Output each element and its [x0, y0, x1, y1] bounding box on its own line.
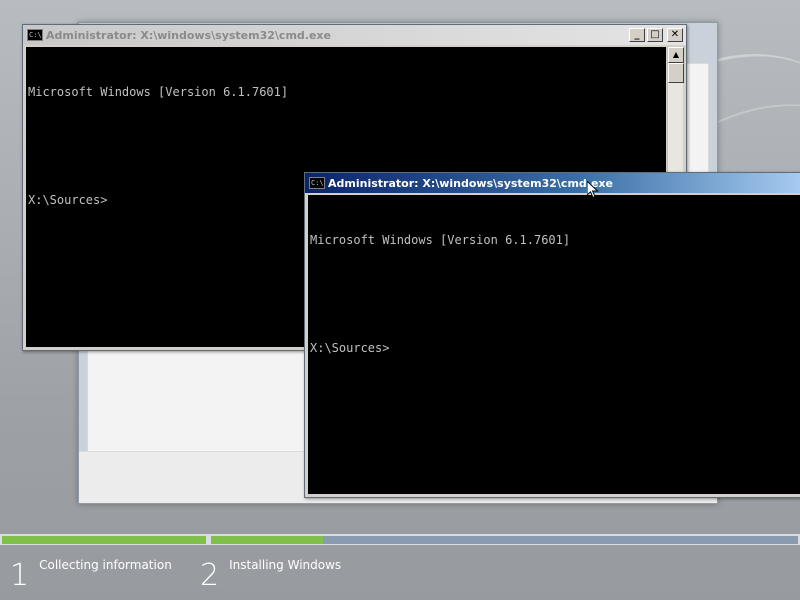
cmd-window-front-console[interactable]: Microsoft Windows [Version 6.1.7601] X:\… — [308, 195, 800, 494]
mouse-cursor-icon — [587, 181, 599, 199]
console-prompt: X:\Sources> — [310, 341, 390, 355]
progress-step-2-fill — [211, 536, 323, 544]
step-number: 2 — [200, 558, 220, 593]
setup-progress-bar — [0, 534, 800, 545]
step-installing-windows: 2 Installing Windows — [200, 546, 341, 593]
cmd-window-front[interactable]: C:\ Administrator: X:\windows\system32\c… — [304, 172, 800, 498]
cmd-window-front-title: Administrator: X:\windows\system32\cmd.e… — [328, 176, 613, 190]
minimize-button[interactable]: _ — [629, 28, 645, 42]
close-button[interactable]: ✕ — [667, 28, 683, 42]
cmd-icon[interactable]: C:\ — [27, 29, 43, 41]
progress-step-1 — [2, 536, 206, 544]
step-collecting-information: 1 Collecting information — [10, 546, 172, 593]
step-number: 1 — [10, 558, 30, 593]
console-line: Microsoft Windows [Version 6.1.7601] — [28, 85, 289, 99]
step-label: Installing Windows — [229, 558, 342, 572]
step-label: Collecting information — [39, 558, 172, 572]
cmd-window-back-titlebar[interactable]: C:\ Administrator: X:\windows\system32\c… — [23, 25, 686, 45]
maximize-button[interactable]: □ — [647, 28, 663, 42]
console-line: Microsoft Windows [Version 6.1.7601] — [310, 233, 571, 247]
cmd-window-front-titlebar[interactable]: C:\ Administrator: X:\windows\system32\c… — [305, 173, 800, 193]
progress-step-2 — [211, 536, 798, 544]
scroll-up-button[interactable]: ▲ — [668, 47, 684, 63]
scroll-thumb[interactable] — [668, 63, 684, 83]
progress-step-1-fill — [2, 536, 206, 544]
cmd-window-back-title: Administrator: X:\windows\system32\cmd.e… — [46, 28, 331, 42]
cmd-icon[interactable]: C:\ — [309, 177, 325, 189]
setup-steps: 1 Collecting information 2 Installing Wi… — [0, 546, 800, 600]
